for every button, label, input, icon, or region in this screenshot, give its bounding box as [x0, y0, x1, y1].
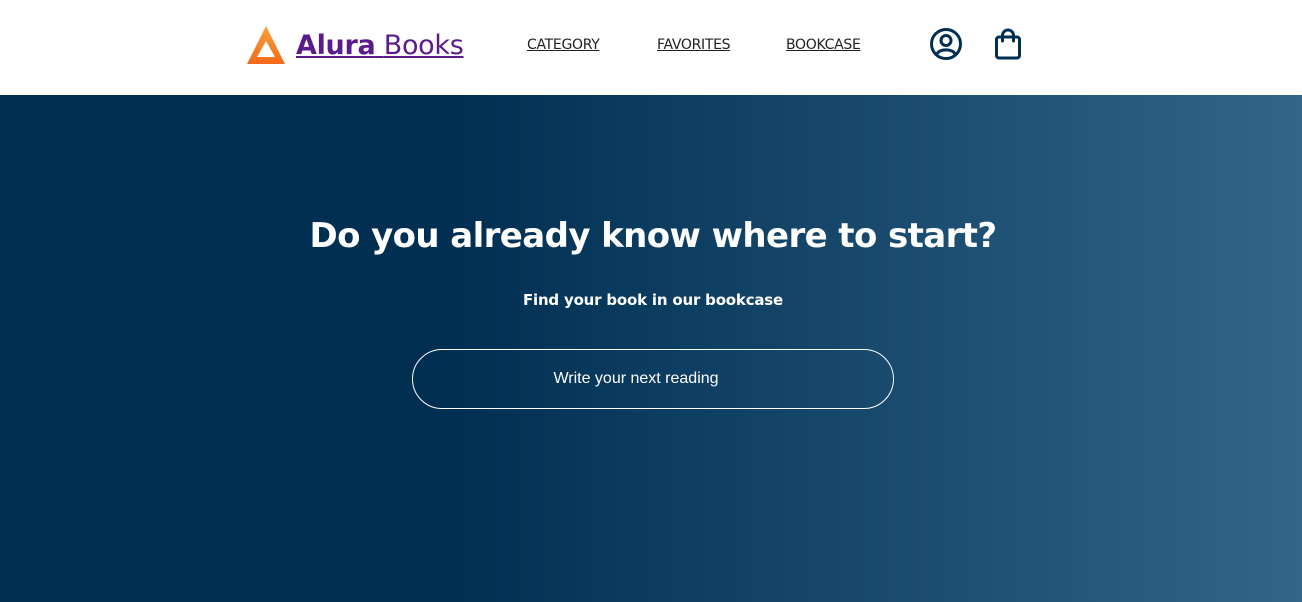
brand-name-bold: Alura [296, 29, 376, 61]
nav-item-favorites[interactable]: FAVORITES [657, 37, 731, 53]
brand-name: Alura Books [296, 29, 464, 61]
brand-name-light: Books [383, 29, 464, 61]
hero-title: Do you already know where to start? [309, 216, 997, 256]
hero-section: Do you already know where to start? Find… [0, 95, 1302, 602]
logo-link[interactable]: Alura Books [246, 24, 464, 66]
shopping-bag-icon[interactable] [991, 27, 1025, 61]
hero-subtitle: Find your book in our bookcase [522, 291, 784, 309]
search-input[interactable] [412, 349, 894, 409]
site-header: Alura Books CATEGORY FAVORITES BOOKCASE [0, 0, 1302, 95]
nav-item-bookcase[interactable]: BOOKCASE [786, 37, 861, 53]
nav-item-category[interactable]: CATEGORY [527, 37, 600, 53]
triangle-logo-icon [247, 26, 285, 64]
user-circle-icon[interactable] [929, 27, 963, 61]
